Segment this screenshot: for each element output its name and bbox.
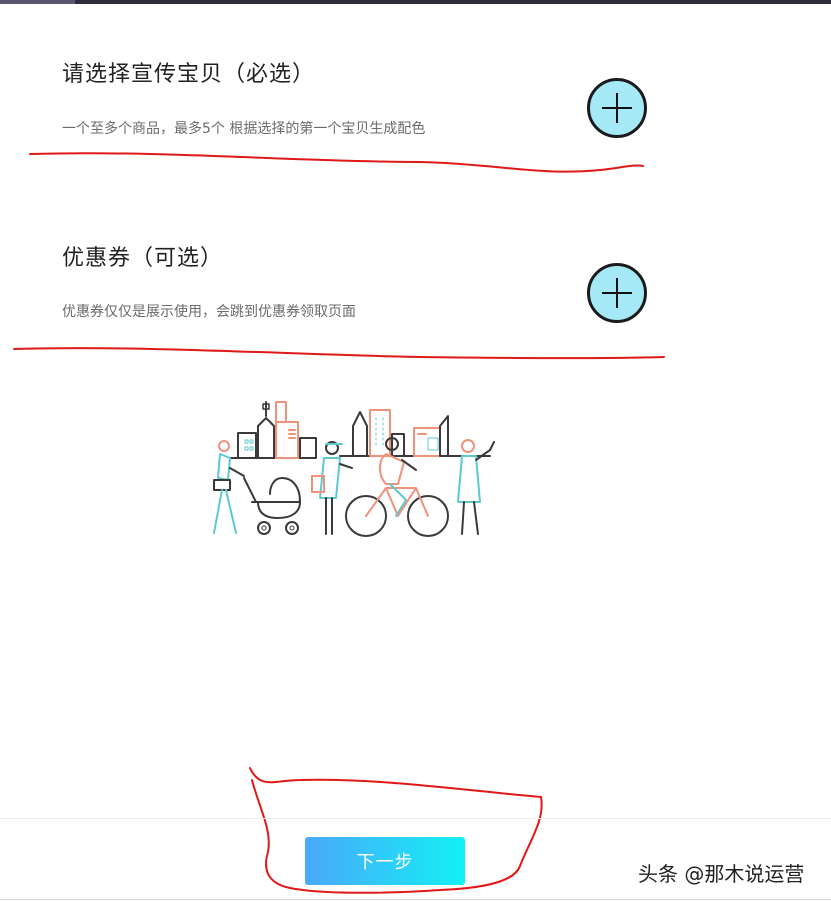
coupon-section: 优惠券（可选） 优惠券仅仅是展示使用，会跳到优惠券领取页面: [62, 240, 662, 321]
next-step-button[interactable]: 下一步: [305, 837, 465, 885]
active-tab-indicator: [0, 0, 75, 4]
product-section: 请选择宣传宝贝（必选） 一个至多个商品，最多5个 根据选择的第一个宝贝生成配色: [62, 56, 662, 138]
coupon-section-title: 优惠券（可选）: [62, 246, 224, 271]
footer-divider: [0, 818, 831, 819]
product-section-title: 请选择宣传宝贝（必选）: [62, 62, 316, 87]
watermark-text: 头条 @那木说运营: [638, 862, 805, 886]
bottom-border: [0, 899, 831, 900]
add-product-button[interactable]: [587, 78, 647, 138]
coupon-section-description: 优惠券仅仅是展示使用，会跳到优惠券领取页面: [62, 304, 356, 320]
city-people-illustration: [213, 401, 495, 537]
plus-icon-vertical: [616, 93, 618, 123]
top-bar: [0, 0, 831, 4]
add-coupon-button[interactable]: [587, 263, 647, 323]
product-section-description: 一个至多个商品，最多5个 根据选择的第一个宝贝生成配色: [62, 121, 426, 137]
plus-icon-vertical: [616, 278, 618, 308]
